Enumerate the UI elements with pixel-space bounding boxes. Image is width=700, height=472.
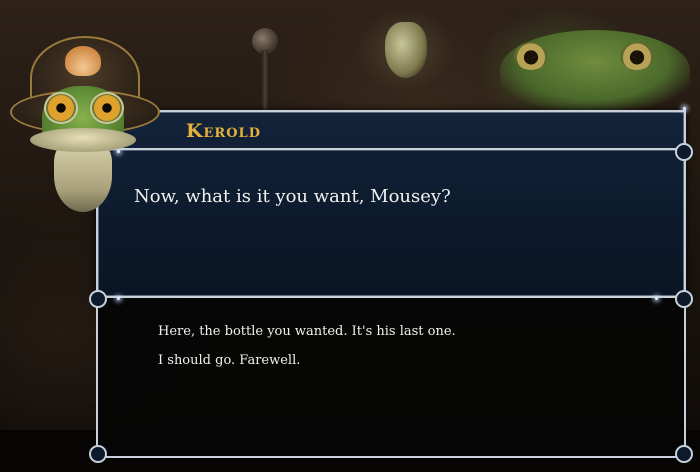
dialog-box: Kerold Now, what is it you want, Mousey? [96,110,686,298]
frame-sparkle [655,297,658,300]
bottle-decoration [385,22,427,78]
frame-curl-ornament [675,445,693,463]
frame-sparkle [683,107,686,110]
dialog-line: Now, what is it you want, Mousey? [134,186,451,207]
frame-sparkle [117,297,120,300]
dialog-choices: Here, the bottle you wanted. It's his la… [96,298,686,458]
frog-pirate-portrait-icon [8,28,160,213]
background-frog-character [500,30,690,110]
frame-curl-ornament [89,290,107,308]
shell-emblem-icon [65,46,101,76]
name-divider [98,148,684,150]
portrait-left-eye [44,92,78,124]
frame-curl-ornament [675,290,693,308]
frog-right-eye [620,42,654,70]
choice-give-bottle[interactable]: Here, the bottle you wanted. It's his la… [158,324,456,339]
frame-curl-ornament [675,143,693,161]
frog-left-eye [514,42,548,70]
frame-curl-ornament [89,445,107,463]
post-stick-decoration [262,50,268,110]
portrait-right-eye [90,92,124,124]
speaker-name: Kerold [186,120,261,142]
choice-farewell[interactable]: I should go. Farewell. [158,353,300,368]
mustache [30,128,136,152]
